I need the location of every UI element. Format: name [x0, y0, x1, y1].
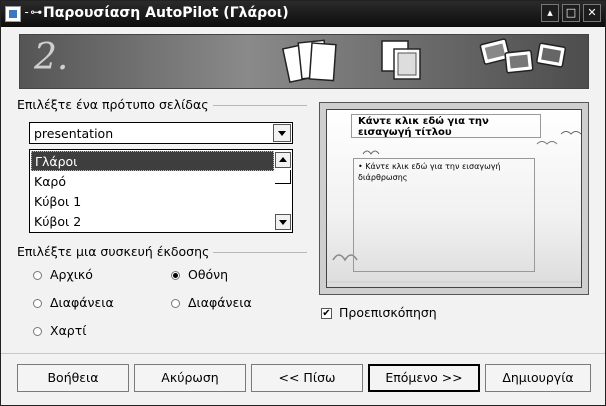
preview-slide: Κάντε κλικ εδώ για την εισαγωγή τίτλου •…	[326, 109, 582, 288]
banner-graphics-icon	[281, 38, 567, 84]
cancel-button[interactable]: Ακύρωση	[134, 364, 246, 392]
template-category-dropdown[interactable]: presentation	[29, 122, 293, 144]
radio-label: Οθόνη	[188, 267, 229, 282]
bullet-icon: •	[358, 162, 363, 171]
output-medium-label: Επιλέξτε μια συσκευή έκδοσης	[17, 244, 214, 259]
radio-label: Διαφάνεια	[188, 295, 252, 310]
create-button[interactable]: Δημιουργία	[485, 364, 591, 392]
button-separator	[1, 353, 605, 354]
app-icon[interactable]	[5, 6, 21, 22]
page-template-label: Επιλέξτε ένα πρότυπο σελίδας	[17, 97, 213, 112]
radio-label: Διαφάνεια	[50, 295, 114, 310]
autopilot-dialog: -⊶ Παρουσίαση AutoPilot (Γλάροι) ▴ □ ✕ 2…	[0, 0, 606, 406]
radio-indicator[interactable]	[171, 299, 180, 308]
radio-indicator[interactable]	[33, 327, 42, 336]
preview-title-placeholder: Κάντε κλικ εδώ για την εισαγωγή τίτλου	[351, 114, 541, 138]
window-title: Παρουσίαση AutoPilot (Γλάροι)	[43, 5, 289, 21]
radio-label: Αρχικό	[50, 267, 93, 282]
list-item[interactable]: Κύβοι 1	[31, 192, 274, 212]
radio-label: Χαρτί	[50, 323, 87, 338]
pin-icon[interactable]: -⊶	[23, 5, 42, 19]
template-list[interactable]: Γλάροι Καρό Κύβοι 1 Κύβοι 2	[29, 149, 293, 233]
radio-indicator[interactable]	[33, 271, 42, 280]
close-button[interactable]: ✕	[583, 4, 601, 22]
maximize-button[interactable]: □	[562, 4, 580, 22]
slide-preview: Κάντε κλικ εδώ για την εισαγωγή τίτλου •…	[319, 102, 589, 295]
next-button[interactable]: Επόμενο >>	[368, 364, 480, 392]
preview-outline-text: Κάντε κλικ εδώ για την εισαγωγή διάρθρωσ…	[358, 162, 501, 182]
preview-toggle[interactable]: ✔ Προεπισκόπηση	[321, 305, 437, 320]
radio-slide[interactable]: Διαφάνεια	[171, 295, 252, 310]
step-banner: 2.	[19, 34, 589, 89]
scrollbar-thumb[interactable]	[275, 170, 291, 184]
radio-original[interactable]: Αρχικό	[33, 267, 93, 282]
back-button[interactable]: << Πίσω	[251, 364, 363, 392]
radio-indicator[interactable]	[171, 271, 180, 280]
list-item[interactable]: Κύβοι 2	[31, 212, 274, 232]
scroll-down-arrow-icon[interactable]	[275, 214, 291, 230]
shade-button[interactable]: ▴	[541, 4, 559, 22]
radio-paper[interactable]: Χαρτί	[33, 323, 87, 338]
template-category-value: presentation	[34, 126, 114, 141]
preview-checkbox[interactable]: ✔	[321, 308, 332, 319]
chevron-down-icon[interactable]	[273, 124, 291, 142]
scroll-up-arrow-icon[interactable]	[275, 152, 291, 168]
list-item[interactable]: Καρό	[31, 172, 274, 192]
radio-indicator[interactable]	[33, 299, 42, 308]
preview-outline-placeholder: • Κάντε κλικ εδώ για την εισαγωγή διάρθρ…	[353, 158, 535, 272]
radio-screen[interactable]: Οθόνη	[171, 267, 228, 282]
title-bar[interactable]: -⊶ Παρουσίαση AutoPilot (Γλάροι) ▴ □ ✕	[1, 1, 605, 27]
radio-overhead-sheet[interactable]: Διαφάνεια	[33, 295, 114, 310]
preview-checkbox-label: Προεπισκόπηση	[339, 305, 437, 320]
list-item[interactable]: Γλάροι	[31, 151, 274, 171]
help-button[interactable]: Βοήθεια	[17, 364, 129, 392]
